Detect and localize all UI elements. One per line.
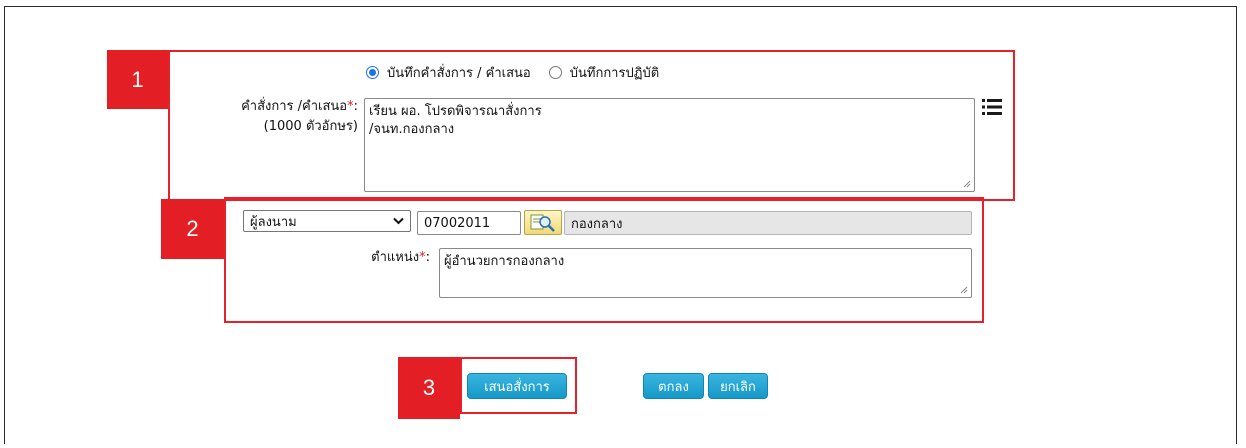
position-label: ตำแหน่ง*: — [300, 248, 430, 268]
step-badge-3: 3 — [398, 357, 460, 419]
order-label-text: คำสั่งการ /คำเสนอ — [241, 99, 348, 114]
step-badge-1: 1 — [107, 50, 168, 109]
radio-record-order-label[interactable]: บันทึกคำสั่งการ / คำเสนอ — [387, 62, 531, 83]
radio-record-action[interactable] — [548, 66, 562, 79]
signer-select-value: ผู้ลงนาม — [250, 214, 297, 230]
radio-record-action-label[interactable]: บันทึกการปฏิบัติ — [570, 62, 659, 83]
radio-record-order[interactable] — [366, 66, 379, 79]
cancel-button[interactable]: ยกเลิก — [708, 373, 768, 399]
ok-button[interactable]: ตกลง — [643, 373, 704, 399]
position-resize-grip-icon[interactable] — [960, 286, 968, 294]
chevron-down-icon — [393, 217, 404, 225]
signer-code-input[interactable]: 07002011 — [417, 211, 521, 235]
order-char-limit: (1000 ตัวอักษร) — [263, 119, 358, 134]
order-textarea[interactable]: เรียน ผอ. โปรดพิจารณาสั่งการ /จนท.กองกลา… — [364, 98, 975, 192]
order-label-colon: : — [353, 99, 358, 114]
mode-radio-group: บันทึกคำสั่งการ / คำเสนอ บันทึกการปฏิบัต… — [366, 62, 659, 83]
magnifier-lookup-icon[interactable] — [524, 210, 562, 235]
resize-grip-icon[interactable] — [963, 180, 971, 188]
order-label: คำสั่งการ /คำเสนอ*: (1000 ตัวอักษร) — [170, 97, 358, 137]
position-label-text: ตำแหน่ง — [371, 250, 420, 265]
list-icon[interactable] — [982, 98, 1002, 116]
propose-order-button[interactable]: เสนอสั่งการ — [467, 373, 567, 399]
position-textarea[interactable]: ผู้อำนวยการกองกลาง — [439, 248, 972, 298]
position-label-colon: : — [425, 250, 430, 265]
department-field: กองกลาง — [564, 211, 972, 235]
signer-select[interactable]: ผู้ลงนาม — [243, 210, 411, 232]
step-badge-2: 2 — [161, 199, 224, 259]
